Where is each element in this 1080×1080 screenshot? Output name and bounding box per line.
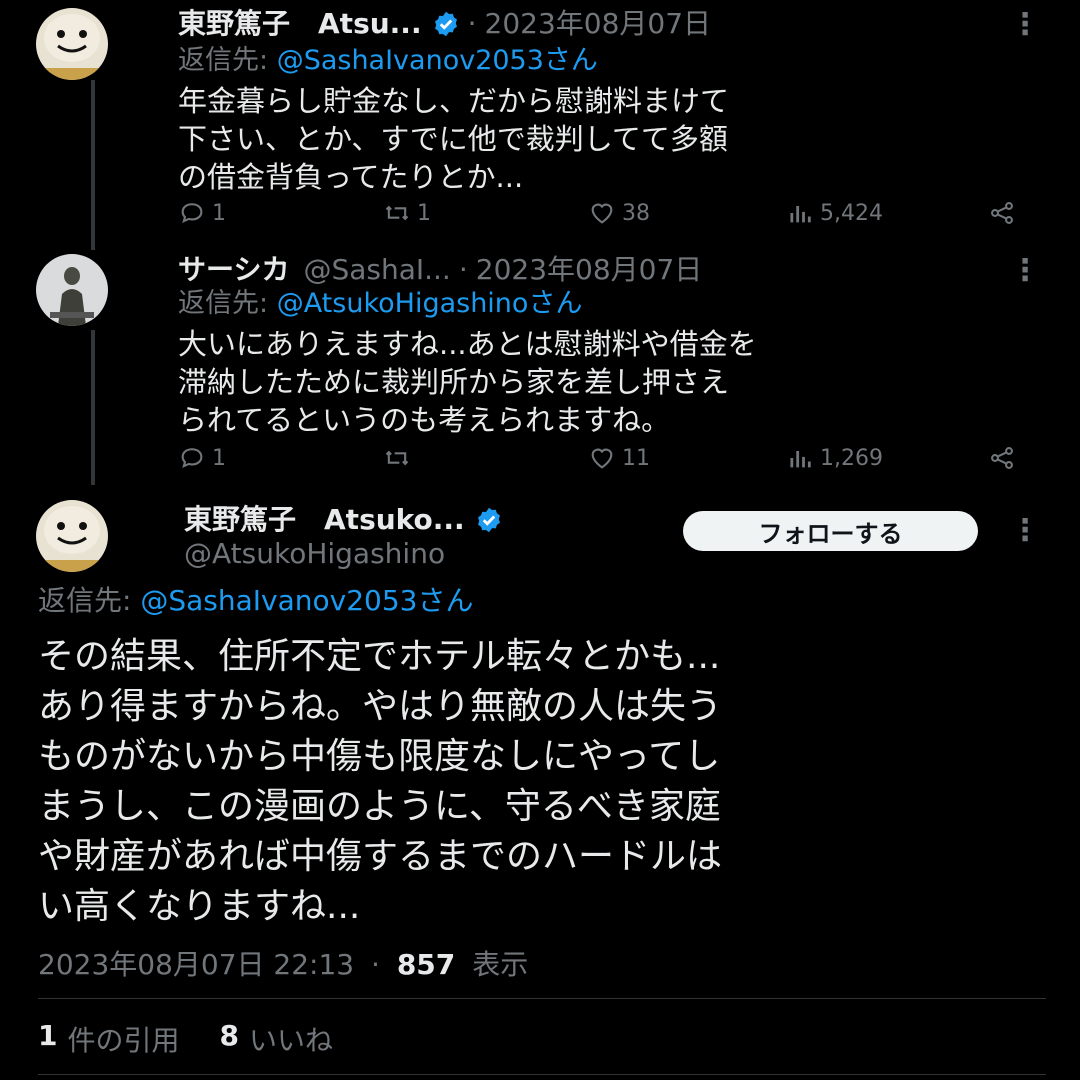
- like-icon: [591, 203, 613, 224]
- tweet-text: 年金暮らし貯金なし、だから慰謝料まけて 下さい、とか、すでに他で裁判してて多額 …: [178, 84, 730, 194]
- reply-to: 返信先: @SashaIvanov2053さん: [38, 584, 473, 618]
- likes-label: いいね: [248, 1024, 333, 1057]
- views-icon: [790, 451, 811, 468]
- avatar[interactable]: [36, 500, 108, 572]
- more-options-icon[interactable]: ⋮: [1010, 256, 1040, 286]
- main-author-handle: @AtsukoHigashino: [184, 536, 445, 572]
- likes-count: 8: [219, 1019, 239, 1052]
- reply-icon: [181, 203, 203, 224]
- author-handle[interactable]: @AtsukoHigashino: [184, 536, 445, 572]
- views-count: 5,424: [820, 200, 883, 226]
- avatar[interactable]: [36, 254, 108, 326]
- separator: ·: [467, 7, 477, 40]
- author-name-latin[interactable]: Atsuko...: [324, 502, 465, 538]
- view-label: 表示: [472, 948, 529, 981]
- reply-mention-link[interactable]: @SashaIvanov2053さん: [277, 45, 598, 76]
- tweet-actions: 1 11 1,269: [178, 440, 1028, 476]
- reply-to-prefix: 返信先:: [178, 45, 277, 76]
- author-name[interactable]: 東野篤子: [178, 6, 290, 42]
- follow-button[interactable]: フォローする: [683, 511, 978, 551]
- reply-count: 1: [212, 200, 226, 226]
- reply-button[interactable]: 1: [178, 195, 226, 231]
- tweet-header: サーシカ @SashaI... · 2023年08月07日: [178, 252, 702, 288]
- quotes-count: 1: [38, 1019, 58, 1052]
- retweet-icon: [385, 450, 409, 466]
- quotes-stat[interactable]: 1 件の引用: [38, 1019, 180, 1059]
- avatar[interactable]: [36, 8, 108, 80]
- divider: [38, 1074, 1046, 1075]
- engagement-stats: 1 件の引用 8 いいね: [38, 1019, 373, 1059]
- separator: ·: [458, 253, 468, 286]
- thread-line: [91, 330, 95, 485]
- view-count: 857: [396, 948, 456, 981]
- retweet-button[interactable]: 1: [383, 195, 431, 231]
- share-button[interactable]: [988, 195, 1022, 231]
- tweet-actions: 1 1 38 5,424: [178, 195, 1028, 231]
- reply-to-prefix: 返信先:: [178, 288, 277, 319]
- reply-to: 返信先: @SashaIvanov2053さん: [178, 44, 598, 78]
- share-icon: [991, 447, 1013, 469]
- author-name-latin[interactable]: Atsu...: [318, 6, 422, 42]
- views-button[interactable]: 1,269: [786, 440, 883, 476]
- verified-badge-icon: [475, 506, 503, 534]
- author-name[interactable]: サーシカ: [178, 252, 289, 288]
- likes-stat[interactable]: 8 いいね: [220, 1019, 334, 1059]
- like-count: 38: [622, 200, 650, 226]
- tweet-timestamp[interactable]: 2023年08月07日 22:13: [38, 948, 354, 981]
- like-icon: [591, 448, 613, 469]
- reply-count: 1: [212, 445, 226, 471]
- tweet-date[interactable]: 2023年08月07日: [485, 6, 712, 42]
- thread-line: [91, 80, 95, 250]
- author-name[interactable]: 東野篤子: [184, 502, 296, 538]
- reply-mention-link[interactable]: @SashaIvanov2053さん: [140, 584, 473, 617]
- views-icon: [790, 206, 811, 223]
- reply-mention-link[interactable]: @AtsukoHigashinoさん: [277, 288, 583, 319]
- retweet-button[interactable]: [383, 440, 417, 476]
- verified-badge-icon: [432, 10, 460, 38]
- reply-to-prefix: 返信先:: [38, 584, 141, 617]
- reply-to: 返信先: @AtsukoHigashinoさん: [178, 287, 582, 321]
- share-button[interactable]: [988, 440, 1022, 476]
- more-options-icon[interactable]: ⋮: [1010, 10, 1040, 40]
- tweet-date[interactable]: 2023年08月07日: [476, 252, 703, 288]
- tweet-header: 東野篤子 Atsu... · 2023年08月07日: [178, 6, 711, 42]
- author-handle[interactable]: @SashaI...: [303, 252, 450, 288]
- tweet-meta: 2023年08月07日 22:13 · 857 表示: [38, 943, 528, 983]
- reply-button[interactable]: 1: [178, 440, 226, 476]
- reply-icon: [181, 448, 203, 469]
- like-count: 11: [622, 445, 650, 471]
- retweet-count: 1: [417, 200, 431, 226]
- views-count: 1,269: [820, 445, 883, 471]
- views-button[interactable]: 5,424: [786, 195, 883, 231]
- like-button[interactable]: 11: [588, 440, 650, 476]
- like-button[interactable]: 38: [588, 195, 650, 231]
- tweet-text: 大いにありえますね...あとは慰謝料や借金を 滞納したために裁判所から家を差し押…: [178, 327, 757, 437]
- more-options-icon[interactable]: ⋮: [1010, 516, 1040, 546]
- divider: [38, 998, 1046, 999]
- share-icon: [991, 202, 1013, 224]
- quotes-label: 件の引用: [67, 1024, 180, 1057]
- main-tweet-header: 東野篤子 Atsuko...: [184, 502, 503, 538]
- retweet-icon: [385, 205, 409, 221]
- main-tweet-text: その結果、住所不定でホテル転々とかも... あり得ますからね。やはり無敵の人は失…: [38, 636, 723, 927]
- separator: ·: [371, 948, 380, 981]
